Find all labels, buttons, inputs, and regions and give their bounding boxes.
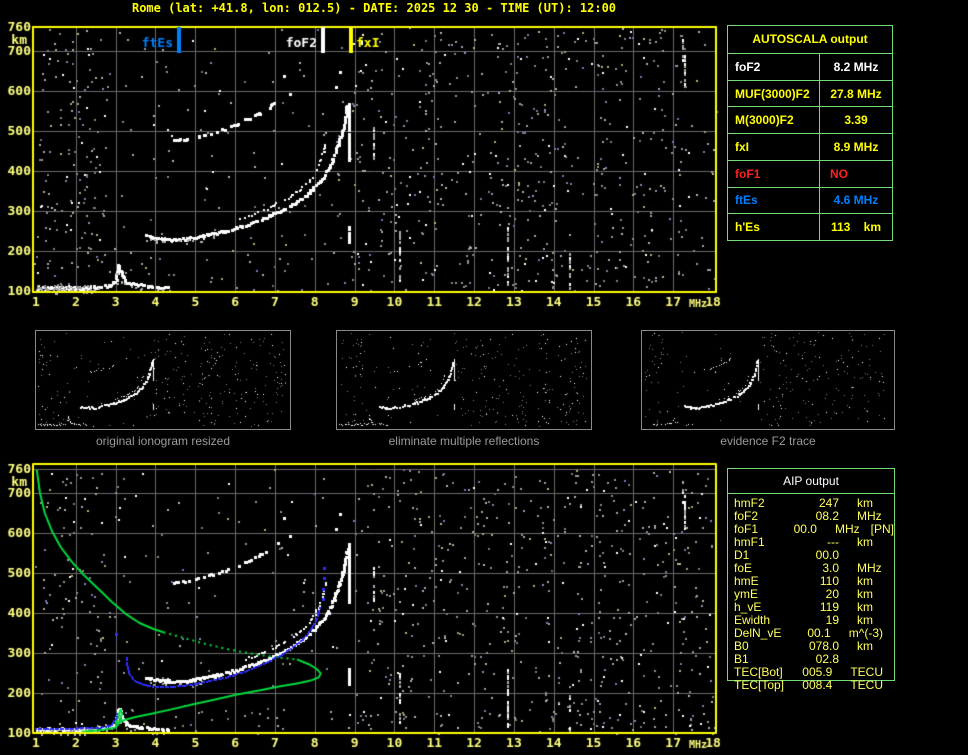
table-row: h'Es 113 km: [728, 214, 892, 241]
table-row: foF1 NO: [728, 160, 892, 188]
thumbnail-original-canvas: [36, 331, 290, 429]
table-row: M(3000)F2 3.39: [728, 107, 892, 135]
param-extra: [873, 536, 884, 549]
param-label: fxI: [728, 134, 820, 160]
param-value: 113 km: [830, 220, 882, 235]
param-label: foF1: [728, 160, 820, 187]
param-value: 8.9 MHz: [833, 140, 879, 155]
param-extra: [873, 601, 884, 614]
param-extra: [883, 679, 894, 692]
top-ionogram-canvas: [0, 14, 740, 316]
param-extra: [883, 627, 894, 640]
param-value: 4.6 MHz: [833, 193, 879, 208]
autoscala-header: AUTOSCALA output: [728, 26, 892, 54]
param-value: 00.0: [793, 522, 817, 536]
thumbnail-eliminate-reflections: [336, 330, 592, 430]
param-label: ftEs: [728, 187, 820, 214]
param-unit: km: [857, 639, 873, 653]
table-row: MUF(3000)F2 27.8 MHz: [728, 80, 892, 108]
param-label: M(3000)F2: [728, 107, 820, 134]
param-value: 008.4: [802, 678, 833, 692]
thumbnail-caption: evidence F2 trace: [720, 434, 816, 448]
thumbnail-caption: original ionogram resized: [95, 434, 231, 448]
param-extra: [882, 562, 893, 575]
param-extra: [883, 666, 894, 679]
param-value: 8.2 MHz: [833, 59, 879, 74]
param-extra: [873, 640, 884, 653]
page-title: Rome (lat: +41.8, lon: 012.5) - DATE: 20…: [131, 1, 617, 15]
aip-rows: hmF2 247 km foF2 08.2 MHz foF1 00.0 MHz [PN] hm…: [728, 497, 894, 692]
table-row: fxI 8.9 MHz: [728, 134, 892, 161]
table-row: B0 078.0 km: [728, 640, 894, 653]
thumbnail-original-ionogram: [35, 330, 291, 430]
table-row: TEC[Top] 008.4 TECU: [728, 679, 894, 692]
autoscala-app-screen: Rome (lat: +41.8, lon: 012.5) - DATE: 20…: [0, 0, 968, 755]
table-row: ftEs 4.6 MHz: [728, 187, 892, 215]
param-value: 27.8 MHz: [830, 86, 882, 101]
bottom-ionogram-canvas: [0, 450, 740, 755]
param-unit: TECU: [850, 678, 883, 692]
table-row: hmF1 --- km: [728, 536, 894, 549]
thumbnail-caption: eliminate multiple reflections: [388, 434, 540, 448]
param-label: TEC[Top]: [734, 678, 785, 692]
table-row: foF2 8.2 MHz: [728, 54, 892, 81]
param-value: 3.39: [844, 113, 868, 128]
autoscala-table: AUTOSCALA output foF2 8.2 MHz MUF(3000)F…: [727, 25, 893, 241]
thumbnail-eliminate-canvas: [337, 331, 591, 429]
param-unit: km: [857, 535, 873, 549]
param-extra: [873, 588, 884, 601]
param-extra: [873, 575, 884, 588]
param-label: foF2: [728, 54, 820, 80]
aip-table: AIP output hmF2 247 km foF2 08.2 MHz foF1 00.…: [727, 468, 895, 692]
aip-header: AIP output: [728, 469, 894, 494]
param-label: h'Es: [728, 214, 820, 241]
param-unit: [839, 549, 857, 562]
thumbnail-evidence-canvas: [642, 331, 894, 429]
param-label: MUF(3000)F2: [728, 80, 820, 107]
param-value: NO: [830, 166, 848, 181]
thumbnail-evidence-f2: [641, 330, 895, 430]
